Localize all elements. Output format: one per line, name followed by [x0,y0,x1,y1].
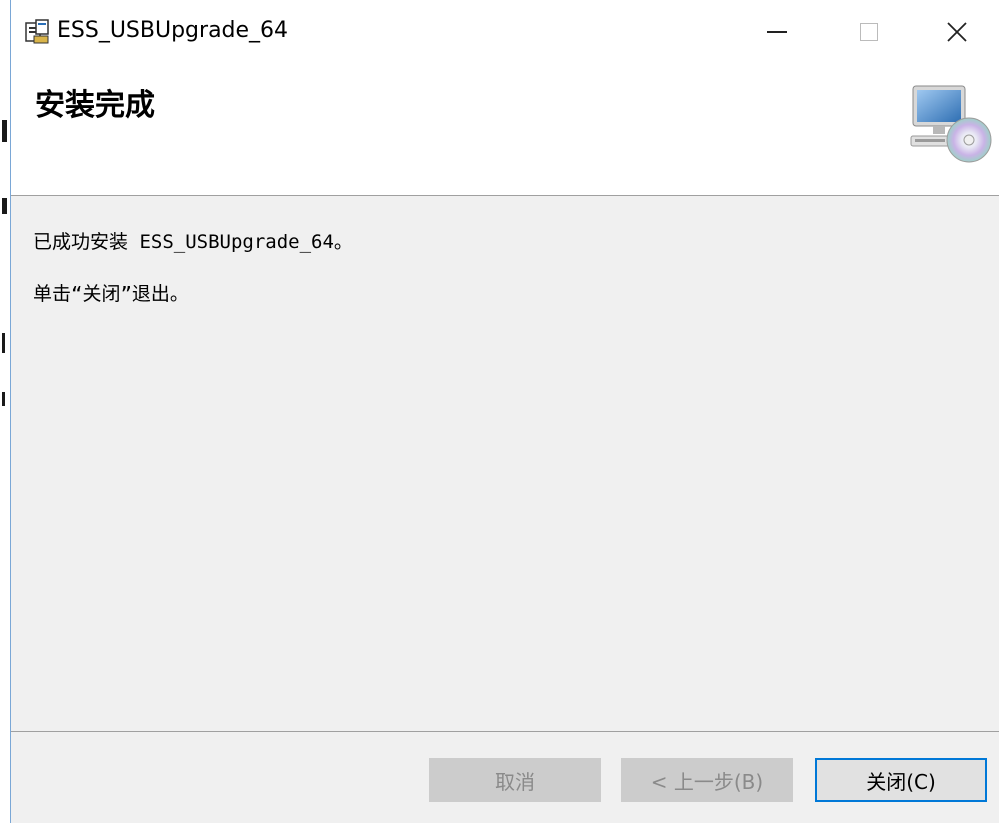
installer-app-icon [23,18,51,46]
maximize-icon [860,23,878,41]
exit-instruction: 单击“关闭”退出。 [33,283,189,305]
back-button[interactable]: < 上一步(B) [621,758,793,802]
title-bar[interactable]: ESS_USBUpgrade_64 [11,0,999,64]
minimize-button[interactable] [731,0,823,64]
button-bar: 取消 < 上一步(B) 关闭(C) [11,731,999,823]
installer-window: ESS_USBUpgrade_64 安装完成 已成功安装 ESS_USBUpgr… [10,0,999,823]
header-banner: 安装完成 [11,64,999,196]
minimize-icon [767,31,787,33]
cancel-button[interactable]: 取消 [429,758,601,802]
maximize-button[interactable] [823,0,915,64]
page-title: 安装完成 [35,88,155,123]
content-area: 已成功安装 ESS_USBUpgrade_64。 单击“关闭”退出。 [11,197,999,731]
computer-with-disc-icon [907,82,993,168]
close-icon [947,22,967,42]
success-message: 已成功安装 ESS_USBUpgrade_64。 [33,231,353,253]
background-window-edge [0,0,10,823]
close-window-button[interactable] [911,0,999,64]
window-title: ESS_USBUpgrade_64 [57,18,289,43]
close-button[interactable]: 关闭(C) [815,758,987,802]
